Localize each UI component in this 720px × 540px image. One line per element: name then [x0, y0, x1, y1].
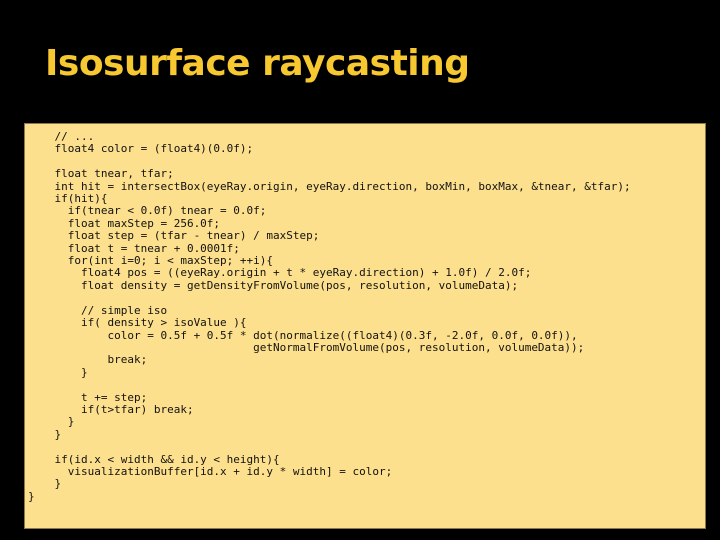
code-panel: // ... float4 color = (float4)(0.0f); fl… — [24, 123, 706, 529]
code-block: // ... float4 color = (float4)(0.0f); fl… — [28, 130, 631, 503]
slide-title: Isosurface raycasting — [45, 43, 470, 84]
